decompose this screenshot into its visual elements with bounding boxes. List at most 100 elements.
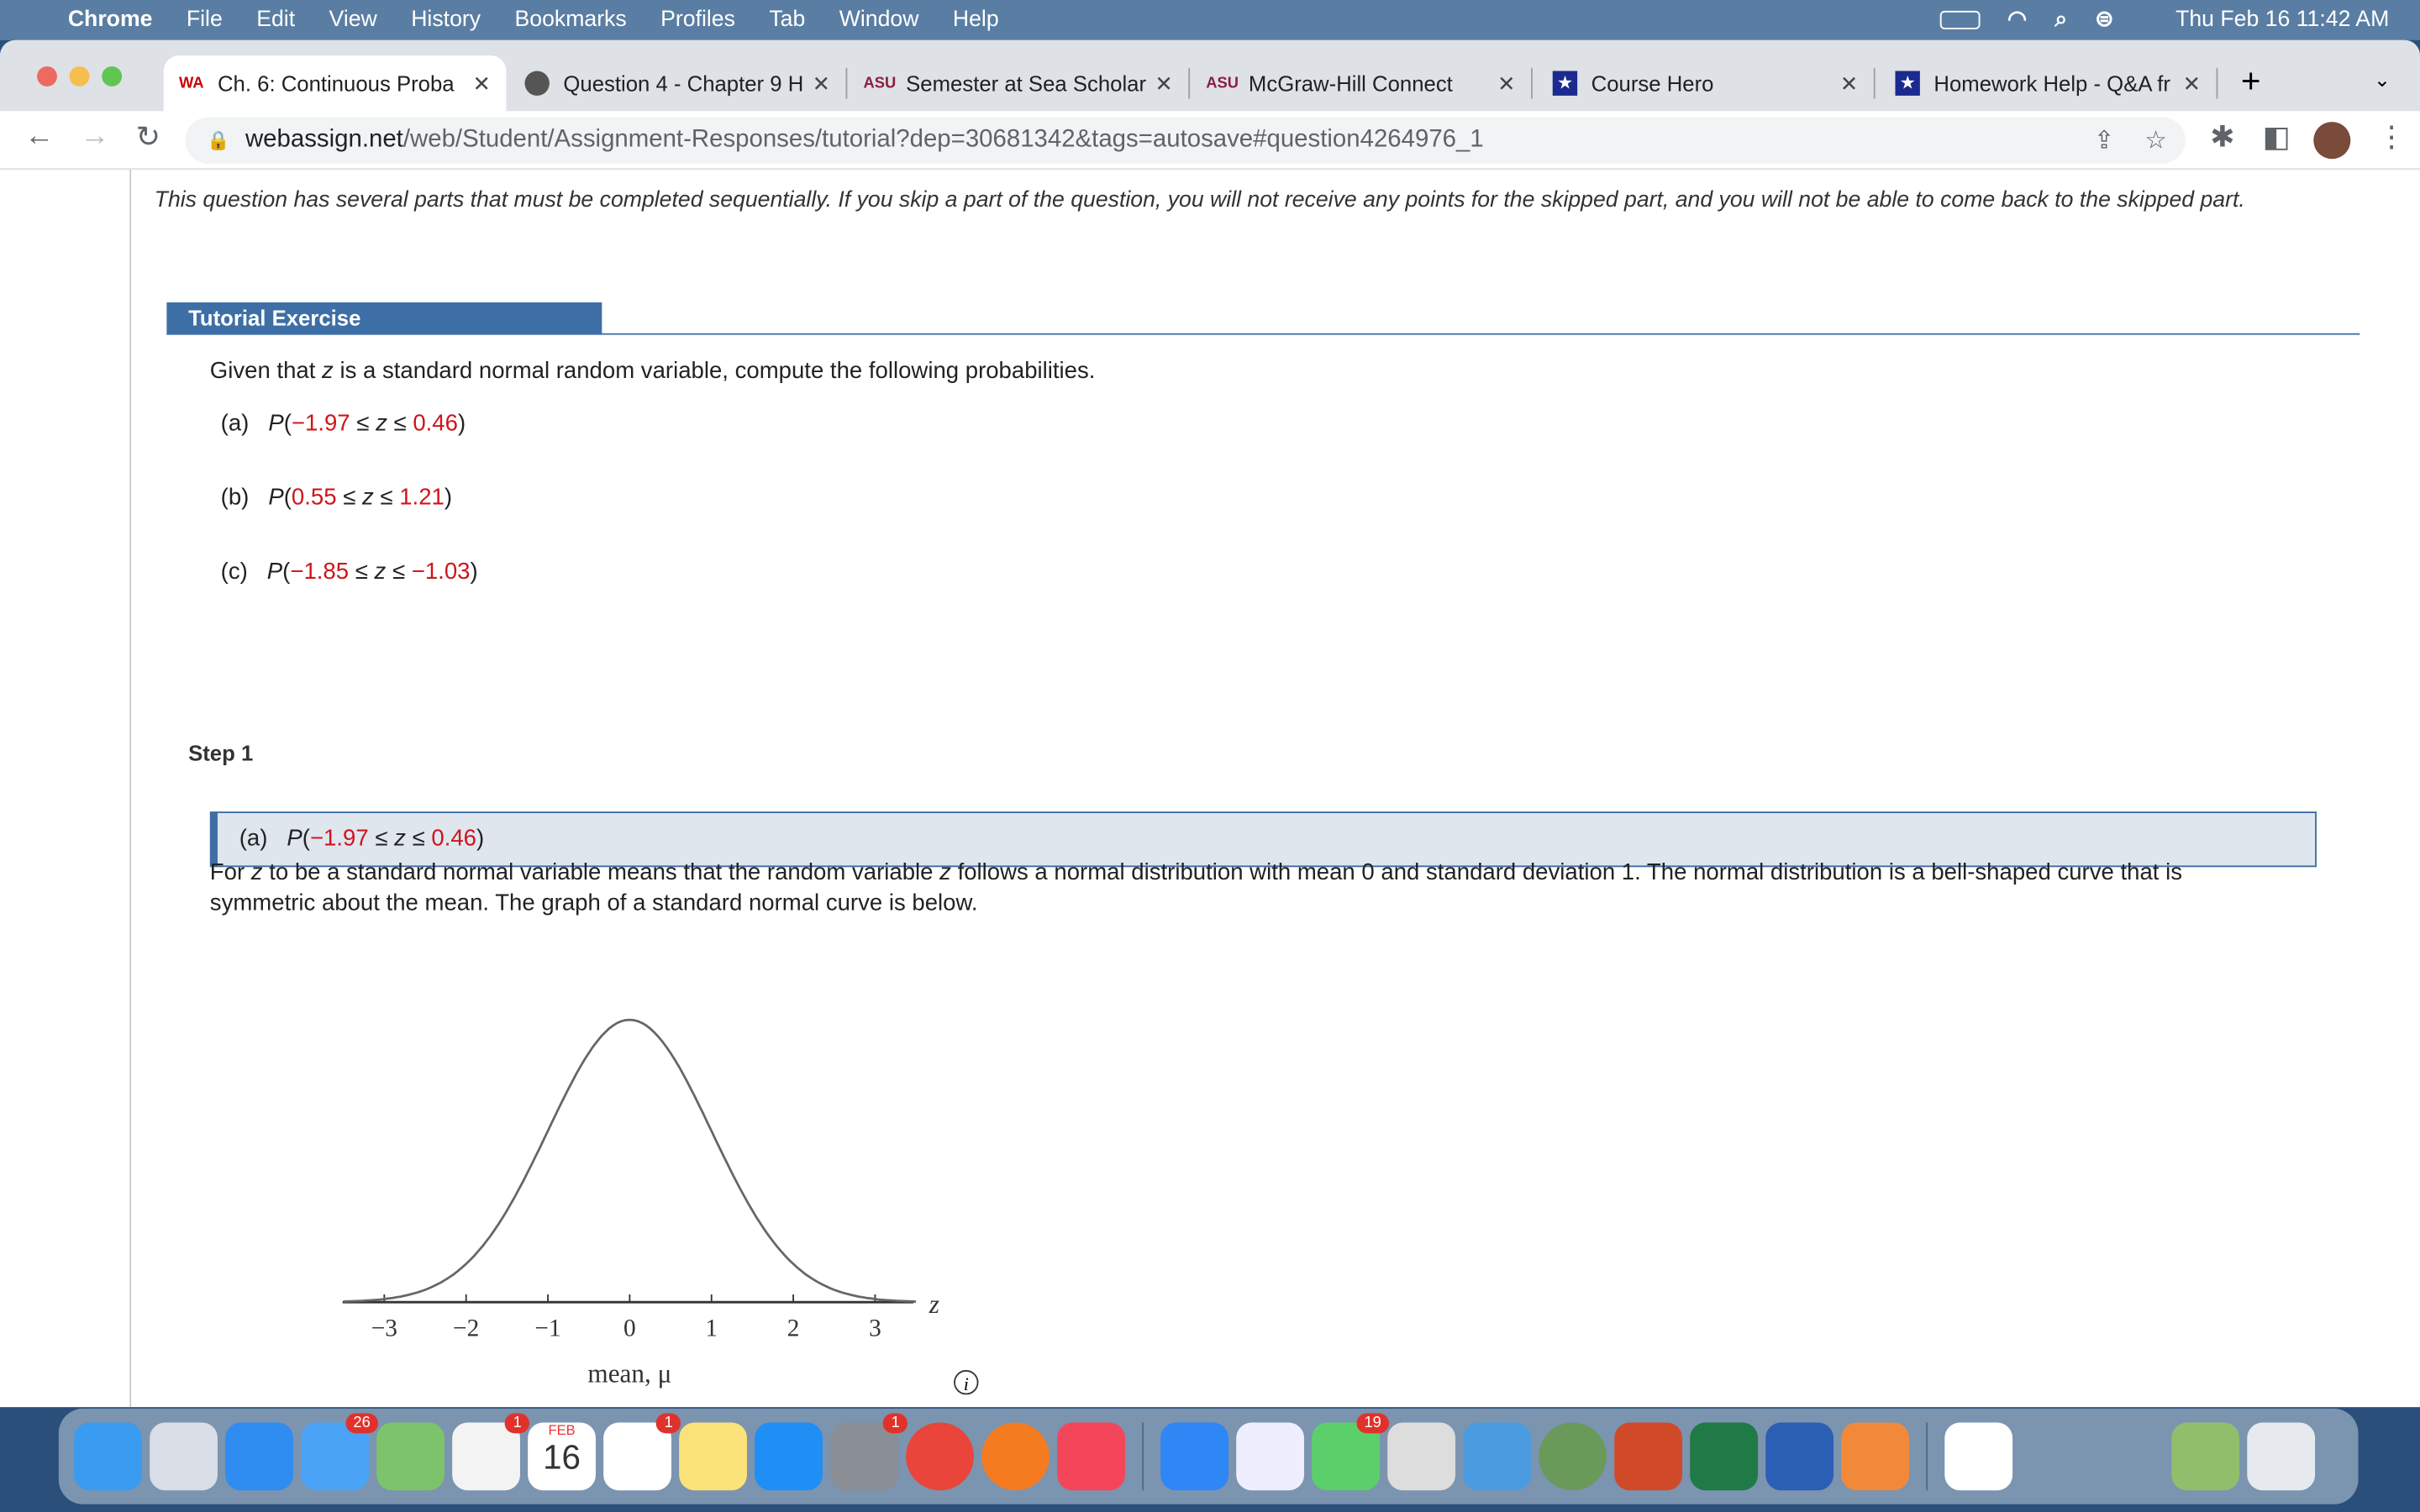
- powerpoint-icon[interactable]: [1614, 1422, 1683, 1491]
- wifi-icon[interactable]: ◠: [2007, 8, 2027, 32]
- menu-view[interactable]: View: [329, 8, 377, 32]
- x-tick-label: −3: [371, 1315, 397, 1342]
- search-icon[interactable]: ⌕: [2054, 8, 2067, 32]
- minimize-window-button[interactable]: [69, 66, 90, 87]
- iphone-stack-icon[interactable]: [2171, 1422, 2240, 1491]
- menu-app[interactable]: Chrome: [68, 8, 153, 32]
- menu-edit[interactable]: Edit: [256, 8, 295, 32]
- chrome-window: WA Ch. 6: Continuous Proba ✕ Question 4 - …: [0, 39, 2420, 1408]
- close-tab-icon[interactable]: ✕: [1840, 71, 1859, 97]
- close-tab-icon[interactable]: ✕: [813, 71, 831, 97]
- coursehero-icon: ★: [1895, 71, 1920, 96]
- mean-caption: mean, μ: [587, 1359, 671, 1389]
- downloads-stack-icon[interactable]: [2020, 1422, 2088, 1490]
- close-tab-icon[interactable]: ✕: [1155, 71, 1173, 97]
- asu-icon: ASU: [1206, 75, 1239, 92]
- system-settings-icon[interactable]: 1: [830, 1413, 908, 1491]
- menu-file[interactable]: File: [187, 8, 223, 32]
- maps-icon[interactable]: [376, 1422, 445, 1491]
- messages-icon[interactable]: 19: [1312, 1413, 1390, 1491]
- browser-toolbar: ← → ↻ 🔒 webassign.net/web/Student/Assign…: [0, 111, 2420, 171]
- tab-semester-at-sea[interactable]: ASU Semester at Sea Scholar ✕: [852, 55, 1191, 111]
- tab-title: Course Hero: [1591, 71, 1714, 96]
- close-tab-icon[interactable]: ✕: [473, 71, 492, 97]
- menu-tab[interactable]: Tab: [769, 8, 805, 32]
- x-tick-label: 1: [705, 1315, 718, 1342]
- x-tick-label: −1: [534, 1315, 560, 1342]
- tab-title: Homework Help - Q&A fr: [1933, 71, 2170, 96]
- macos-dock: 26 1 FEB 16 1 1 19: [58, 1408, 2359, 1504]
- close-tab-icon[interactable]: ✕: [2183, 71, 2202, 97]
- url-path: /web/Student/Assignment-Responses/tutori…: [402, 126, 1484, 153]
- coursehero-icon: ★: [1552, 71, 1578, 96]
- x-tick-label: 0: [623, 1315, 636, 1342]
- textedit-icon[interactable]: [1236, 1422, 1305, 1491]
- menu-help[interactable]: Help: [953, 8, 999, 32]
- tab-webassign[interactable]: WA Ch. 6: Continuous Proba ✕: [163, 55, 507, 112]
- forward-button[interactable]: →: [81, 120, 110, 154]
- firefox-icon[interactable]: [981, 1422, 1050, 1491]
- tab-mcgraw-hill[interactable]: ASU McGraw-Hill Connect ✕: [1195, 55, 1533, 111]
- new-tab-button[interactable]: +: [2241, 61, 2261, 102]
- tab-question4[interactable]: Question 4 - Chapter 9 H ✕: [509, 55, 848, 111]
- tab-title: Semester at Sea Scholar: [906, 71, 1147, 96]
- webassign-page: This question has several parts that mus…: [0, 170, 2420, 1408]
- reload-button[interactable]: ↻: [136, 120, 160, 155]
- menu-bookmarks[interactable]: Bookmarks: [514, 8, 626, 32]
- address-bar[interactable]: 🔒 webassign.net/web/Student/Assignment-R…: [185, 117, 2186, 164]
- word-icon[interactable]: [1765, 1422, 1834, 1491]
- tab-title: Ch. 6: Continuous Proba: [217, 71, 455, 96]
- mcgraw-app-icon[interactable]: [1841, 1422, 1910, 1491]
- wireless-diagnostics-icon[interactable]: [1463, 1422, 1532, 1491]
- tab-homework-help[interactable]: ★ Homework Help - Q&A fr ✕: [1880, 55, 2218, 111]
- back-button[interactable]: ←: [24, 120, 54, 154]
- app-store-icon[interactable]: [755, 1422, 823, 1491]
- asu-icon: ASU: [863, 75, 897, 92]
- printer-icon[interactable]: [1387, 1422, 1456, 1491]
- network-icon[interactable]: [1539, 1422, 1607, 1491]
- menu-profiles[interactable]: Profiles: [660, 8, 735, 32]
- menu-window[interactable]: Window: [839, 8, 919, 32]
- clock[interactable]: Thu Feb 16 11:42 AM: [2175, 8, 2389, 32]
- info-icon-glyph: i: [964, 1373, 969, 1394]
- side-panel-icon[interactable]: ◧: [2263, 120, 2291, 155]
- share-icon[interactable]: ⇪: [2094, 125, 2115, 156]
- trash-icon[interactable]: [2247, 1422, 2316, 1491]
- close-window-button[interactable]: [37, 66, 57, 87]
- tab-title: Question 4 - Chapter 9 H: [563, 71, 804, 96]
- mail-icon[interactable]: 26: [301, 1413, 378, 1491]
- normal-curve-chart: −3 −2 −1 0 1 2 3 z mean, μ i: [342, 1018, 979, 1395]
- excel-icon[interactable]: [1690, 1422, 1759, 1491]
- tab-strip: WA Ch. 6: Continuous Proba ✕ Question 4 - …: [0, 39, 2420, 112]
- menu-history[interactable]: History: [411, 8, 481, 32]
- tab-search-chevron-icon[interactable]: ⌄: [2374, 68, 2391, 92]
- normal-curve: [343, 1018, 917, 1303]
- calendar-icon[interactable]: FEB 16: [528, 1422, 596, 1491]
- zoom-window-button[interactable]: [102, 66, 123, 87]
- document-icon[interactable]: [1944, 1422, 2013, 1491]
- x-tick-label: 2: [787, 1315, 800, 1342]
- battery-icon[interactable]: [1939, 10, 1980, 29]
- x-axis-label: z: [929, 1289, 939, 1319]
- tab-course-hero[interactable]: ★ Course Hero ✕: [1537, 55, 1876, 111]
- bookmark-star-icon[interactable]: ☆: [2144, 125, 2166, 156]
- extensions-icon[interactable]: ✱: [2210, 120, 2234, 155]
- tab-title: McGraw-Hill Connect: [1248, 71, 1453, 96]
- notes-icon[interactable]: [679, 1422, 747, 1491]
- launchpad-icon[interactable]: [150, 1422, 218, 1491]
- photos-icon[interactable]: 1: [452, 1413, 529, 1491]
- safari-icon[interactable]: [225, 1422, 293, 1491]
- control-center-icon[interactable]: ⊜: [2095, 8, 2113, 32]
- calendar-stack-icon[interactable]: [2096, 1422, 2164, 1490]
- close-tab-icon[interactable]: ✕: [1497, 71, 1516, 97]
- x-tick-label: −2: [453, 1315, 479, 1342]
- x-tick-label: 3: [869, 1315, 881, 1342]
- avatar[interactable]: [2313, 122, 2351, 160]
- chrome-icon[interactable]: [906, 1422, 974, 1491]
- bluetooth-icon[interactable]: [1160, 1422, 1229, 1491]
- menu-kebab-icon[interactable]: ⋮: [2377, 120, 2407, 155]
- webassign-icon: WA: [178, 75, 204, 92]
- music-icon[interactable]: [1057, 1422, 1125, 1491]
- reminders-icon[interactable]: 1: [603, 1413, 681, 1491]
- finder-icon[interactable]: [74, 1422, 142, 1491]
